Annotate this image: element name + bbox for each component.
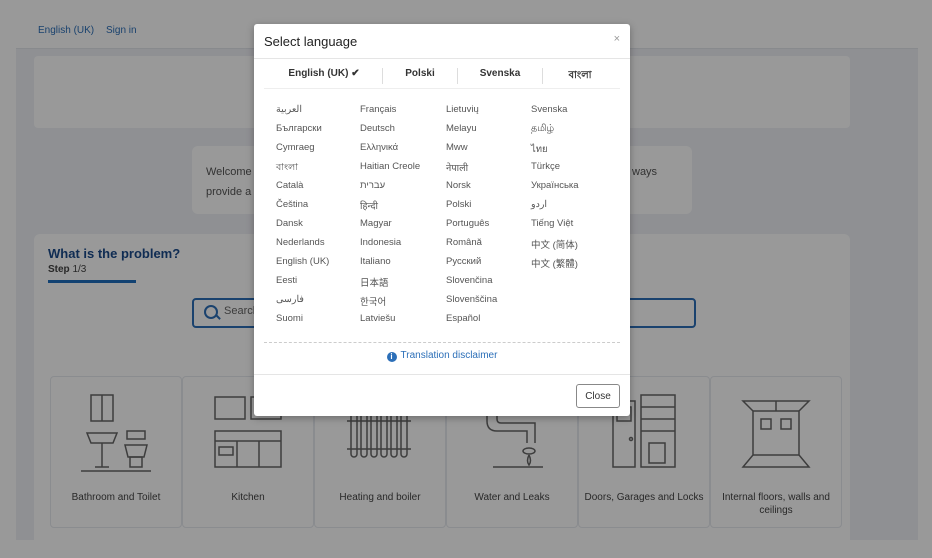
language-option[interactable]: فارسی <box>276 294 304 305</box>
divider <box>457 68 458 84</box>
language-option[interactable]: Türkçe <box>531 161 560 172</box>
language-option[interactable]: Slovenščina <box>446 294 497 305</box>
language-option[interactable]: Italiano <box>360 256 391 267</box>
language-option[interactable]: English (UK) <box>276 256 329 267</box>
language-option[interactable]: 日本語 <box>360 275 389 289</box>
modal-footer-divider <box>254 374 630 375</box>
language-option[interactable]: Dansk <box>276 218 303 229</box>
language-option[interactable]: Svenska <box>531 104 567 115</box>
language-option[interactable]: Română <box>446 237 482 248</box>
language-option[interactable]: Español <box>446 313 480 324</box>
divider <box>542 68 543 84</box>
language-option[interactable]: Lietuvių <box>446 104 479 115</box>
top-language-svenska[interactable]: Svenska <box>460 68 540 79</box>
close-button[interactable]: Close <box>576 384 620 408</box>
language-option[interactable]: 한국어 <box>360 294 386 308</box>
language-option[interactable]: Tiếng Việt <box>531 218 573 229</box>
modal-header-divider <box>254 58 630 59</box>
language-option[interactable]: 中文 (简体) <box>531 237 578 251</box>
language-option[interactable]: Suomi <box>276 313 303 324</box>
language-option[interactable]: Ελληνικά <box>360 142 398 153</box>
language-modal: Select language × English (UK) ✔ Polski … <box>254 24 630 416</box>
language-option[interactable]: Cymraeg <box>276 142 315 153</box>
language-option[interactable]: Eesti <box>276 275 297 286</box>
language-option[interactable]: Русский <box>446 256 481 267</box>
language-option[interactable]: Català <box>276 180 303 191</box>
language-option[interactable]: Magyar <box>360 218 392 229</box>
top-language-polski[interactable]: Polski <box>386 68 454 79</box>
language-option[interactable]: Norsk <box>446 180 471 191</box>
translation-disclaimer-link[interactable]: i Translation disclaimer <box>254 350 630 362</box>
language-option[interactable]: Čeština <box>276 199 308 210</box>
language-option[interactable]: 中文 (繁體) <box>531 256 578 270</box>
top-languages-divider <box>264 88 620 89</box>
language-option[interactable]: العربية <box>276 104 302 115</box>
close-icon[interactable]: × <box>614 33 620 45</box>
language-option[interactable]: Mww <box>446 142 468 153</box>
language-option[interactable]: Polski <box>446 199 471 210</box>
modal-title: Select language <box>264 34 358 49</box>
language-option[interactable]: Deutsch <box>360 123 395 134</box>
language-option[interactable]: नेपाली <box>446 161 468 174</box>
language-option[interactable]: Nederlands <box>276 237 325 248</box>
language-option[interactable]: Melayu <box>446 123 477 134</box>
divider <box>382 68 383 84</box>
language-option[interactable]: Français <box>360 104 396 115</box>
language-option[interactable]: বাংলা <box>276 161 298 176</box>
language-option[interactable]: Latviešu <box>360 313 395 324</box>
language-option[interactable]: اردو <box>531 199 547 210</box>
info-icon: i <box>386 352 397 362</box>
disclaimer-text: Translation disclaimer <box>400 350 498 361</box>
top-language-english[interactable]: English (UK) ✔ <box>274 68 374 79</box>
language-option[interactable]: Indonesia <box>360 237 401 248</box>
language-option[interactable]: Slovenčina <box>446 275 492 286</box>
language-option[interactable]: Haitian Creole <box>360 161 420 172</box>
language-option[interactable]: Português <box>446 218 489 229</box>
language-option[interactable]: Български <box>276 123 322 134</box>
top-language-bangla[interactable]: বাংলা <box>546 68 614 85</box>
language-option[interactable]: தமிழ் <box>531 123 554 135</box>
language-option[interactable]: हिन्दी <box>360 199 378 212</box>
language-option[interactable]: ไทย <box>531 142 548 157</box>
language-option[interactable]: Українська <box>531 180 579 191</box>
language-option[interactable]: עברית <box>360 180 385 191</box>
divider <box>264 342 620 343</box>
